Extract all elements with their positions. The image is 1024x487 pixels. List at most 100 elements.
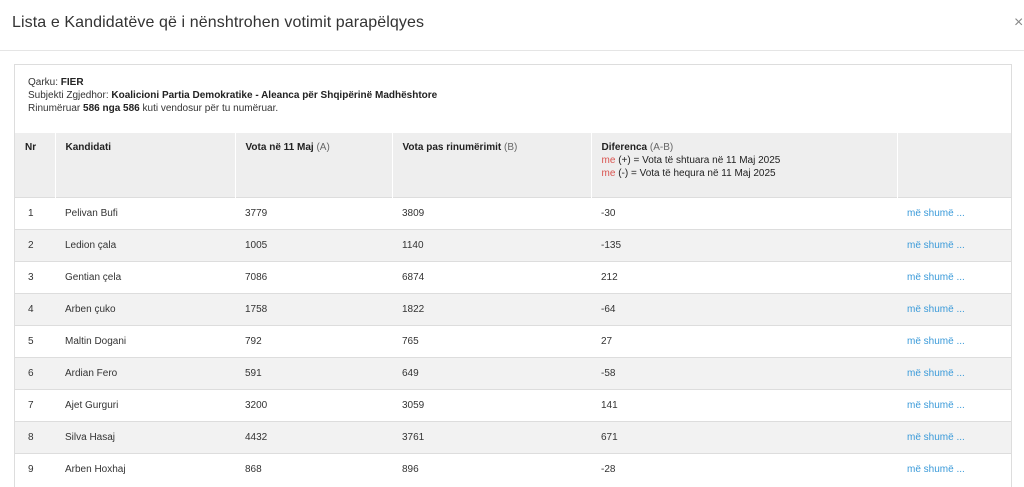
cell-nr: 2: [28, 239, 34, 251]
cell-nr: 7: [28, 399, 34, 411]
header-vota-b: Vota pas rinumërimit (B): [392, 133, 592, 197]
table-row: 9 Arben Hoxhaj 868 896 -28 më shumë ...: [15, 453, 1011, 485]
more-link[interactable]: më shumë ...: [907, 240, 965, 251]
more-link[interactable]: më shumë ...: [907, 304, 965, 315]
cell-kandidati: Gentian çela: [65, 271, 122, 283]
cell-nr: 5: [28, 335, 34, 347]
header-vota-a-sub: (A): [316, 142, 330, 153]
more-link[interactable]: më shumë ...: [907, 336, 965, 347]
legend-minus-text: (-) = Vota të hequra në 11 Maj 2025: [618, 168, 776, 179]
cell-diferenca: 27: [601, 335, 613, 347]
cell-more: më shumë ...: [897, 261, 1011, 293]
rinumeruar-suffix: kuti vendosur për tu numëruar.: [142, 103, 279, 114]
more-link[interactable]: më shumë ...: [907, 400, 965, 411]
cell-vota-b: 3761: [402, 431, 425, 443]
cell-vota-b: 1140: [402, 239, 424, 251]
cell-diferenca: 671: [601, 431, 618, 443]
more-link[interactable]: më shumë ...: [907, 432, 965, 443]
table-row: 7 Ajet Gurguri 3200 3059 141 më shumë ...: [15, 389, 1011, 421]
cell-diferenca: -64: [601, 303, 616, 315]
cell-vota-b: 3809: [402, 207, 425, 219]
cell-diferenca: -135: [601, 239, 622, 251]
cell-vota-a: 1758: [245, 303, 268, 315]
table-row: 8 Silva Hasaj 4432 3761 671 më shumë ...: [15, 421, 1011, 453]
header-nr: Nr: [15, 133, 56, 197]
cell-vota-a: 3779: [245, 207, 268, 219]
legend-plus-me: me: [601, 155, 616, 166]
legend-minus: me (-) = Vota të hequra në 11 Maj 2025: [602, 168, 897, 179]
subjekti-line: Subjekti Zgjedhor: Koalicioni Partia Dem…: [28, 89, 437, 102]
header-diferenca-sub: (A-B): [649, 142, 674, 153]
cell-diferenca: -30: [601, 207, 616, 219]
header-vota-b-sub: (B): [504, 142, 518, 153]
cell-vota-a: 3200: [245, 399, 268, 411]
more-link[interactable]: më shumë ...: [907, 272, 965, 283]
table-row: 2 Ledion çala 1005 1140 -135 më shumë ...: [15, 229, 1011, 261]
cell-nr: 4: [28, 303, 34, 315]
more-link[interactable]: më shumë ...: [907, 368, 965, 379]
cell-vota-b: 3059: [402, 399, 425, 411]
cell-kandidati: Ardian Fero: [65, 367, 118, 379]
cell-more: më shumë ...: [897, 325, 1011, 357]
cell-vota-a: 7086: [245, 271, 268, 283]
cell-more: më shumë ...: [897, 357, 1011, 389]
cell-vota-b: 765: [402, 335, 419, 347]
table-row: 1 Pelivan Bufi 3779 3809 -30 më shumë ...: [15, 197, 1011, 229]
header-diferenca-label: Diferenca: [601, 142, 648, 153]
cell-nr: 3: [28, 271, 34, 283]
table-header-row: Nr Kandidati Vota në 11 Maj (A) Vota pas…: [15, 133, 1011, 197]
qarku-label: Qarku:: [28, 77, 59, 88]
cell-vota-a: 868: [245, 463, 262, 475]
cell-nr: 9: [28, 463, 34, 475]
cell-vota-a: 591: [245, 367, 262, 379]
header-kandidati-label: Kandidati: [65, 142, 112, 153]
cell-nr: 8: [28, 431, 34, 443]
header-kandidati: Kandidati: [55, 133, 236, 197]
cell-kandidati: Maltin Dogani: [65, 335, 127, 347]
cell-diferenca: 212: [601, 271, 618, 283]
cell-kandidati: Pelivan Bufi: [65, 207, 118, 219]
legend-plus-text: (+) = Vota të shtuara në 11 Maj 2025: [618, 155, 781, 166]
close-button[interactable]: ×: [1014, 13, 1024, 33]
rinumeruar-value: 586 nga 586: [83, 103, 140, 114]
cell-more: më shumë ...: [897, 453, 1011, 485]
legend-plus: me (+) = Vota të shtuara në 11 Maj 2025: [602, 155, 897, 166]
more-link[interactable]: më shumë ...: [907, 464, 965, 475]
cell-kandidati: Ajet Gurguri: [65, 399, 119, 411]
cell-kandidati: Silva Hasaj: [65, 431, 116, 443]
table-body: 1 Pelivan Bufi 3779 3809 -30 më shumë ... 2 Led…: [15, 197, 1011, 485]
results-panel: Qarku: FIER Subjekti Zgjedhor: Koalicion…: [14, 64, 1012, 487]
info-block: Qarku: FIER Subjekti Zgjedhor: Koalicion…: [28, 76, 437, 115]
subjekti-value: Koalicioni Partia Demokratike - Aleanca …: [111, 90, 438, 101]
table-row: 5 Maltin Dogani 792 765 27 më shumë ...: [15, 325, 1011, 357]
modal-header: Lista e Kandidatëve që i nënshtrohen vot…: [0, 0, 1024, 51]
rinumeruar-prefix: Rinumëruar: [28, 103, 81, 114]
cell-nr: 1: [28, 207, 34, 219]
legend-minus-me: me: [601, 168, 616, 179]
cell-diferenca: 141: [601, 399, 618, 411]
header-nr-label: Nr: [25, 142, 37, 153]
header-vota-a-label: Vota në 11 Maj: [245, 142, 314, 153]
cell-kandidati: Ledion çala: [65, 239, 117, 251]
cell-more: më shumë ...: [897, 389, 1011, 421]
qarku-line: Qarku: FIER: [28, 76, 437, 89]
cell-vota-b: 6874: [402, 271, 425, 283]
modal-title: Lista e Kandidatëve që i nënshtrohen vot…: [12, 14, 425, 31]
close-icon[interactable]: ×: [1014, 14, 1023, 31]
cell-kandidati: Arben çuko: [65, 303, 116, 315]
table-row: 4 Arben çuko 1758 1822 -64 më shumë ...: [15, 293, 1011, 325]
cell-vota-b: 649: [402, 367, 419, 379]
cell-nr: 6: [28, 367, 34, 379]
candidates-table: Nr Kandidati Vota në 11 Maj (A) Vota pas…: [15, 133, 1011, 485]
cell-more: më shumë ...: [897, 421, 1011, 453]
header-diferenca: Diferenca (A-B) me (+) = Vota të shtuara…: [591, 133, 898, 197]
cell-more: më shumë ...: [897, 229, 1011, 261]
cell-vota-a: 4432: [245, 431, 268, 443]
cell-vota-b: 1822: [402, 303, 425, 315]
more-link[interactable]: më shumë ...: [907, 208, 965, 219]
header-vota-b-label: Vota pas rinumërimit: [402, 142, 502, 153]
table-row: 3 Gentian çela 7086 6874 212 më shumë ...: [15, 261, 1011, 293]
cell-diferenca: -58: [601, 367, 616, 379]
cell-more: më shumë ...: [897, 197, 1011, 229]
cell-more: më shumë ...: [897, 293, 1011, 325]
